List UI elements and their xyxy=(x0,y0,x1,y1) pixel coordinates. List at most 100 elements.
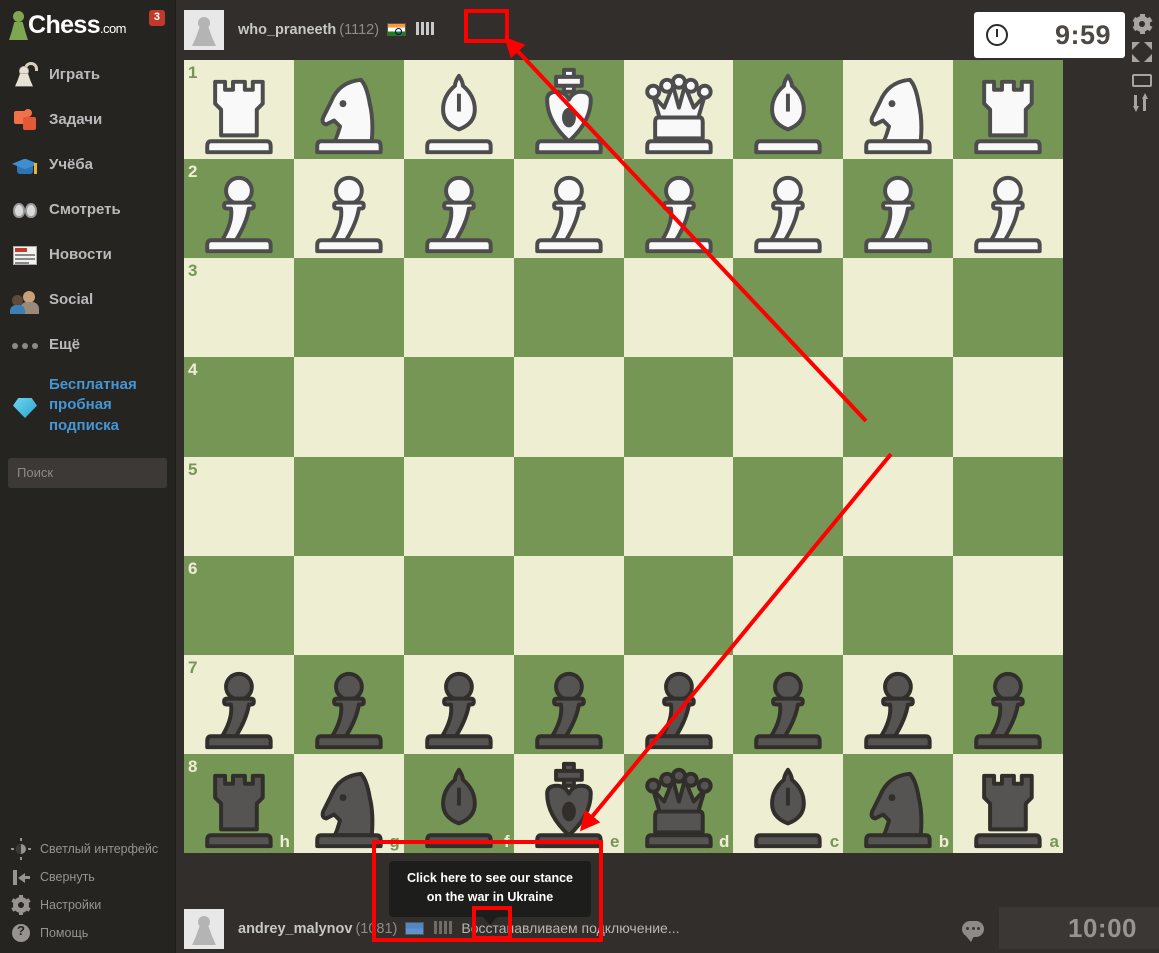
board-square-c4[interactable] xyxy=(733,357,844,457)
piece-wp[interactable] xyxy=(843,159,953,258)
sidebar-item-social[interactable]: Social xyxy=(0,277,175,322)
board-square-f7[interactable] xyxy=(403,654,514,754)
piece-wq[interactable] xyxy=(624,60,734,159)
search-input[interactable] xyxy=(8,457,167,488)
piece-bp[interactable] xyxy=(404,655,514,754)
board-square-g1[interactable] xyxy=(293,60,404,160)
piece-wp[interactable] xyxy=(514,159,624,258)
board-square-d8[interactable]: d xyxy=(623,753,734,853)
chess-board[interactable]: 1 2 34567 8 h g f e d c b a xyxy=(184,60,1063,853)
board-square-d2[interactable] xyxy=(623,159,734,259)
piece-wb[interactable] xyxy=(404,60,514,159)
piece-wb[interactable] xyxy=(733,60,843,159)
piece-bp[interactable] xyxy=(294,655,404,754)
piece-wp[interactable] xyxy=(953,159,1063,258)
sidebar-item-light-ui[interactable]: Светлый интерфейс xyxy=(0,835,176,863)
board-square-e7[interactable] xyxy=(513,654,624,754)
board-square-e5[interactable] xyxy=(513,456,624,556)
piece-bp[interactable] xyxy=(953,655,1063,754)
piece-wp[interactable] xyxy=(733,159,843,258)
board-square-g3[interactable] xyxy=(293,258,404,358)
gear-icon[interactable] xyxy=(1132,14,1152,34)
board-square-g5[interactable] xyxy=(293,456,404,556)
avatar[interactable] xyxy=(184,909,224,949)
board-square-c7[interactable] xyxy=(733,654,844,754)
board-square-h6[interactable]: 6 xyxy=(184,555,294,655)
board-square-f5[interactable] xyxy=(403,456,514,556)
board-square-a7[interactable] xyxy=(953,654,1063,754)
sidebar-item-collapse[interactable]: Свернуть xyxy=(0,863,176,891)
board-square-b4[interactable] xyxy=(843,357,954,457)
board-square-h4[interactable]: 4 xyxy=(184,357,294,457)
rectangle-icon[interactable] xyxy=(1132,70,1152,90)
board-square-b8[interactable]: b xyxy=(843,753,954,853)
piece-bp[interactable] xyxy=(184,655,294,754)
avatar[interactable] xyxy=(184,10,224,50)
board-square-h7[interactable]: 7 xyxy=(184,654,294,754)
board-square-g6[interactable] xyxy=(293,555,404,655)
player-name[interactable]: andrey_malynov xyxy=(238,921,352,937)
board-square-b1[interactable] xyxy=(843,60,954,160)
piece-wn[interactable] xyxy=(843,60,953,159)
board-square-f6[interactable] xyxy=(403,555,514,655)
board-square-d4[interactable] xyxy=(623,357,734,457)
board-square-c3[interactable] xyxy=(733,258,844,358)
piece-bq[interactable] xyxy=(624,754,734,853)
sidebar-item-more[interactable]: Ещё xyxy=(0,322,175,367)
board-square-d7[interactable] xyxy=(623,654,734,754)
board-square-b3[interactable] xyxy=(843,258,954,358)
board-square-g8[interactable]: g xyxy=(293,753,404,853)
piece-wp[interactable] xyxy=(184,159,294,258)
piece-bn[interactable] xyxy=(843,754,953,853)
piece-bn[interactable] xyxy=(294,754,404,853)
sidebar-item-free-trial[interactable]: Бесплатная пробная подписка xyxy=(0,367,175,444)
board-square-c2[interactable] xyxy=(733,159,844,259)
board-square-e3[interactable] xyxy=(513,258,624,358)
flip-arrows-icon[interactable] xyxy=(1132,93,1152,113)
board-square-h3[interactable]: 3 xyxy=(184,258,294,358)
board-square-a4[interactable] xyxy=(953,357,1063,457)
board-square-b7[interactable] xyxy=(843,654,954,754)
board-square-c8[interactable]: c xyxy=(733,753,844,853)
sidebar-item-learn[interactable]: Учёба xyxy=(0,142,175,187)
board-square-h8[interactable]: 8h xyxy=(184,753,294,853)
piece-bb[interactable] xyxy=(404,754,514,853)
board-square-a1[interactable] xyxy=(953,60,1063,160)
piece-br[interactable] xyxy=(953,754,1063,853)
sidebar-item-help[interactable]: ? Помощь xyxy=(0,919,176,947)
player-name[interactable]: who_praneeth xyxy=(238,22,336,38)
board-square-d6[interactable] xyxy=(623,555,734,655)
piece-wr[interactable] xyxy=(184,60,294,159)
board-square-a6[interactable] xyxy=(953,555,1063,655)
board-square-f1[interactable] xyxy=(403,60,514,160)
ukraine-stance-tooltip[interactable]: Click here to see our stance on the war … xyxy=(389,861,591,917)
board-square-d3[interactable] xyxy=(623,258,734,358)
board-square-e2[interactable] xyxy=(513,159,624,259)
piece-bp[interactable] xyxy=(624,655,734,754)
board-square-d1[interactable] xyxy=(623,60,734,160)
board-square-b6[interactable] xyxy=(843,555,954,655)
board-square-g2[interactable] xyxy=(293,159,404,259)
piece-bp[interactable] xyxy=(843,655,953,754)
board-square-g7[interactable] xyxy=(293,654,404,754)
brand-logo[interactable]: Chess.com 3 xyxy=(0,0,175,44)
board-square-e8[interactable]: e xyxy=(513,753,624,853)
board-square-d5[interactable] xyxy=(623,456,734,556)
piece-bp[interactable] xyxy=(514,655,624,754)
piece-br[interactable] xyxy=(184,754,294,853)
board-square-f8[interactable]: f xyxy=(403,753,514,853)
board-square-c6[interactable] xyxy=(733,555,844,655)
ukraine-flag-icon[interactable] xyxy=(405,922,425,935)
piece-wn[interactable] xyxy=(294,60,404,159)
chat-bubble-icon[interactable] xyxy=(962,921,984,942)
board-square-f2[interactable] xyxy=(403,159,514,259)
board-square-e6[interactable] xyxy=(513,555,624,655)
board-square-a8[interactable]: a xyxy=(953,753,1063,853)
piece-wk[interactable] xyxy=(514,60,624,159)
piece-bp[interactable] xyxy=(733,655,843,754)
piece-bk[interactable] xyxy=(514,754,624,853)
board-square-a5[interactable] xyxy=(953,456,1063,556)
board-square-e1[interactable] xyxy=(513,60,624,160)
expand-arrows-icon[interactable] xyxy=(1132,42,1152,62)
board-square-c1[interactable] xyxy=(733,60,844,160)
